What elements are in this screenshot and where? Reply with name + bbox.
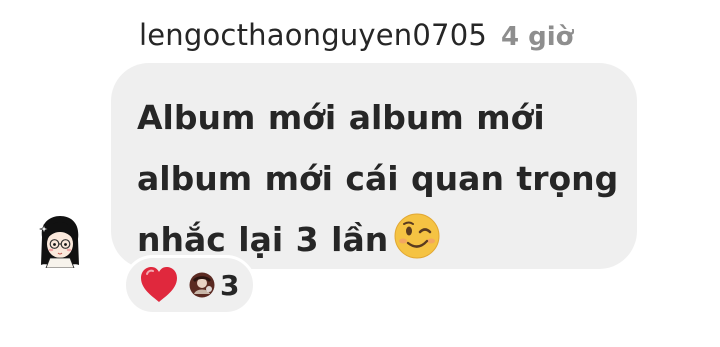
username-link[interactable]: lengocthaonguyen0705 [139,18,487,52]
comment-header: lengocthaonguyen0705 4 giờ [139,18,574,52]
comment-message: Album mới album mới album mới cái quan t… [137,87,619,270]
comment-thread: lengocthaonguyen0705 4 giờ Album mới alb… [0,0,720,347]
reaction-count: 3 [220,268,240,302]
comment-text: Album mới album mới album mới cái quan t… [137,98,619,259]
reactor-avatar [189,272,215,298]
timestamp: 4 giờ [501,22,574,52]
red-heart-icon [141,267,177,302]
reactions-pill[interactable]: 3 [123,255,256,315]
comment-bubble[interactable]: Album mới album mới album mới cái quan t… [111,63,637,269]
wink-emoji [394,213,440,259]
avatar[interactable] [36,213,84,268]
